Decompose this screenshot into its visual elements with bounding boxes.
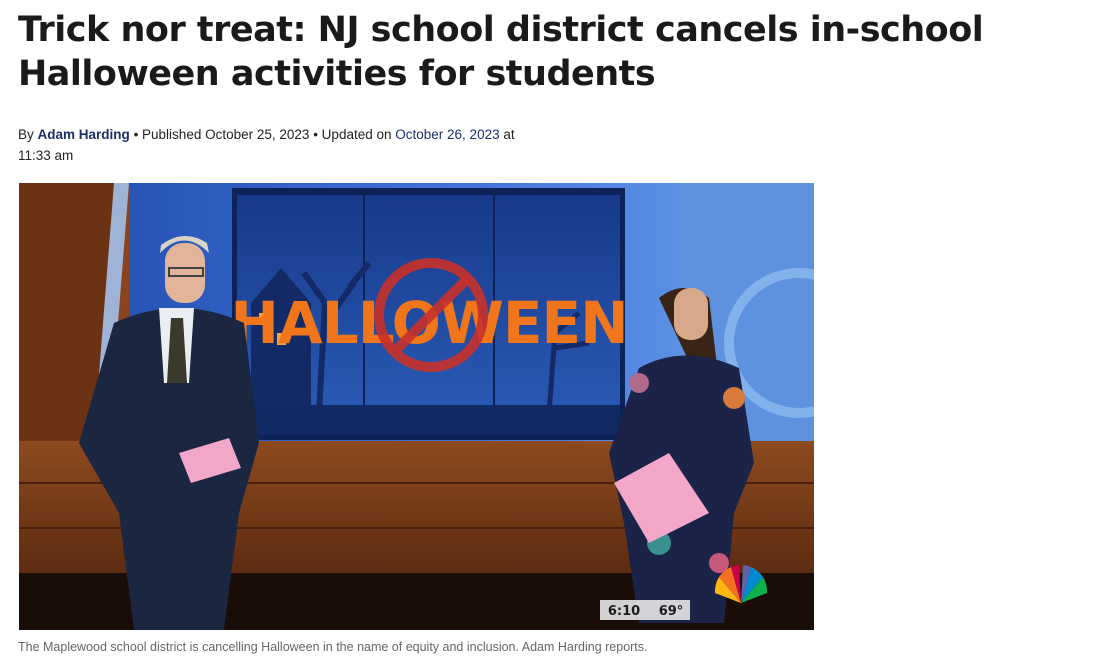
news-studio-frame: HALLOWEEN (19, 183, 814, 630)
updated-date: October 26, 2023 (395, 127, 500, 142)
updated-time: 11:33 am (18, 148, 74, 163)
updated-at-label: at (503, 127, 515, 142)
bug-time: 6:10 (608, 604, 640, 619)
updated-label: • Updated on (313, 127, 392, 142)
time-temp-bug: 6:10 69° (600, 600, 690, 620)
bug-temperature: 69° (659, 604, 684, 619)
author-link[interactable]: Adam Harding (38, 127, 130, 142)
published-date: October 25, 2023 (205, 127, 310, 142)
article-byline: By Adam Harding • Published October 25, … (18, 124, 538, 166)
video-player[interactable]: HALLOWEEN (19, 183, 814, 630)
published-label: • Published (133, 127, 202, 142)
video-caption: The Maplewood school district is cancell… (18, 640, 648, 654)
article-headline: Trick nor treat: NJ school district canc… (18, 10, 984, 94)
byline-prefix: By (18, 127, 34, 142)
